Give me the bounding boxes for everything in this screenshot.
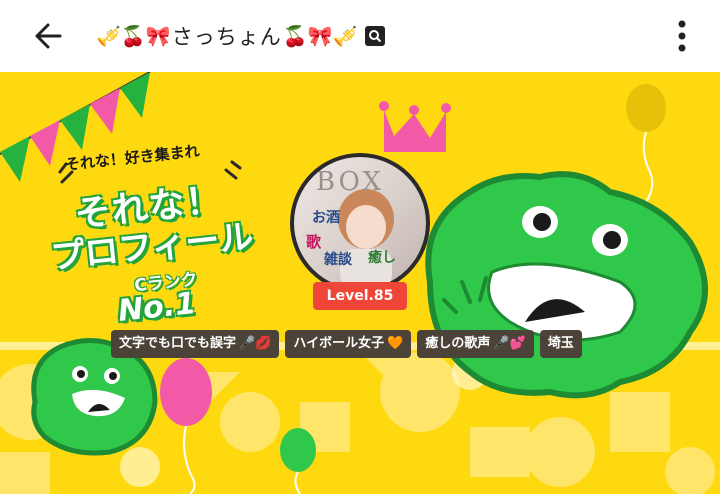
tag-label: ハイボール女子 <box>293 336 385 351</box>
profile-banner: それな！好き集まれ それな！ プロフィール Cランク No.1 BOX お酒 歌… <box>0 72 720 494</box>
tag-item[interactable]: 埼玉 <box>539 330 582 358</box>
profile-tags: 文字でも口でも誤字 🎤💋 ハイボール女子 🧡 癒しの歌声 🎤💕 埼玉 <box>111 330 582 358</box>
title-suffix-emoji: 🍒🎀🎺 <box>282 24 358 48</box>
arrow-left-icon <box>35 23 62 49</box>
avatar-caption-2: 歌 <box>306 233 322 251</box>
avatar[interactable]: BOX お酒 歌 雑談 癒し <box>290 153 430 293</box>
search-icon <box>365 26 386 46</box>
tag-item[interactable]: 癒しの歌声 🎤💕 <box>417 330 534 358</box>
tag-item[interactable]: 文字でも口でも誤字 🎤💋 <box>111 330 280 358</box>
more-vertical-icon <box>678 20 686 52</box>
title-prefix-emoji: 🎺🍒🎀 <box>96 24 171 48</box>
tag-label: 埼玉 <box>547 336 574 351</box>
tag-emoji: 🎤💋 <box>239 336 272 351</box>
avatar-watermark: BOX <box>316 167 384 197</box>
tag-label: 文字でも口でも誤字 <box>119 336 237 351</box>
avatar-image: BOX お酒 歌 雑談 癒し <box>294 157 426 289</box>
more-menu-button[interactable] <box>668 16 696 56</box>
avatar-caption-1: お酒 <box>312 210 340 226</box>
tag-label: 癒しの歌声 <box>425 336 491 351</box>
avatar-caption-4: 癒し <box>368 250 396 266</box>
app-header: 🎺🍒🎀 さっちょん 🍒🎀🎺 <box>0 0 720 72</box>
page-title: 🎺🍒🎀 さっちょん 🍒🎀🎺 <box>96 20 386 52</box>
avatar-caption-3: 雑談 <box>324 252 352 268</box>
back-button[interactable] <box>30 18 70 54</box>
tag-emoji: 🧡 <box>387 336 404 351</box>
tag-item[interactable]: ハイボール女子 🧡 <box>285 330 412 358</box>
level-badge: Level.85 <box>313 282 407 310</box>
title-text: さっちょん <box>171 25 282 49</box>
tag-emoji: 🎤💕 <box>493 336 526 351</box>
